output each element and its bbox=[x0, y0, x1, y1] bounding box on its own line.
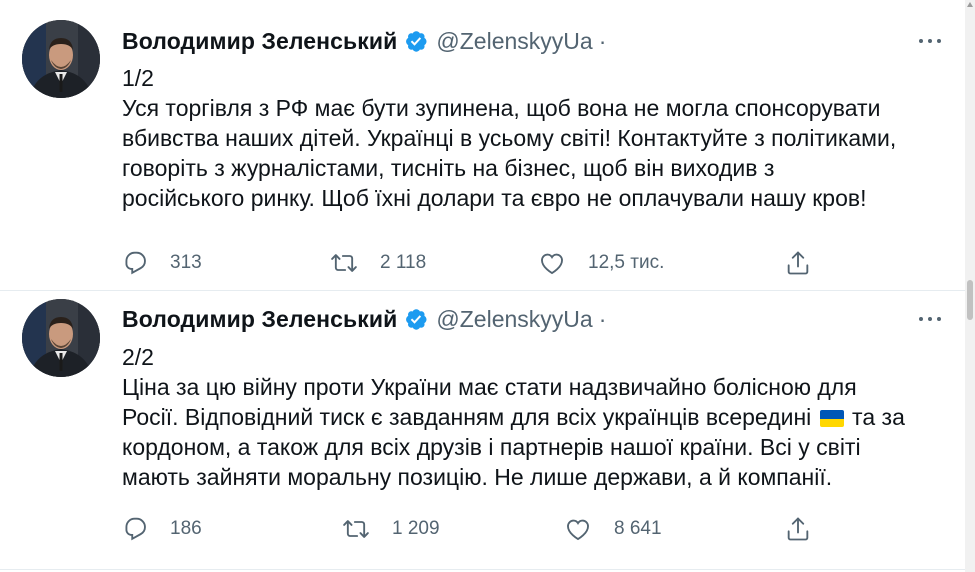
thread-counter: 2/2 bbox=[122, 344, 154, 370]
retweet-count: 2 118 bbox=[380, 252, 427, 273]
author-handle[interactable]: @ZelenskyyUa bbox=[436, 306, 592, 333]
heart-icon bbox=[541, 253, 563, 275]
retweet-button[interactable]: 2 118 bbox=[330, 243, 426, 283]
like-count: 12,5 тис. bbox=[588, 252, 665, 273]
retweet-icon bbox=[343, 520, 369, 538]
reply-icon bbox=[125, 251, 146, 275]
reply-button[interactable]: 186 bbox=[120, 509, 202, 549]
retweet-count: 1 209 bbox=[392, 518, 440, 539]
tweet-2[interactable]: Володимир Зеленський @ZelenskyyUa · 2/2 … bbox=[0, 291, 965, 570]
author-name[interactable]: Володимир Зеленський bbox=[122, 28, 397, 55]
scroll-up-arrow-icon[interactable] bbox=[967, 2, 973, 7]
tweet-text: 2/2 Ціна за цю війну проти України має с… bbox=[122, 342, 940, 492]
tweet-body-part-1: Ціна за цю війну проти України має стати… bbox=[122, 374, 857, 430]
author-handle[interactable]: @ZelenskyyUa bbox=[436, 28, 592, 55]
separator-dot: · bbox=[598, 27, 607, 54]
share-button[interactable] bbox=[784, 243, 812, 283]
separator-dot: · bbox=[598, 305, 607, 332]
retweet-icon bbox=[331, 254, 357, 272]
share-icon bbox=[787, 251, 809, 275]
like-button[interactable]: 12,5 тис. bbox=[538, 243, 664, 283]
tweet-text: 1/2 Уся торгівля з РФ має бути зупинена,… bbox=[122, 63, 940, 213]
reply-count: 313 bbox=[170, 252, 202, 273]
scrollbar-thumb[interactable] bbox=[967, 280, 973, 320]
thread-counter: 1/2 bbox=[122, 65, 154, 91]
tweet-body: Уся торгівля з РФ має бути зупинена, щоб… bbox=[122, 95, 897, 211]
tweet-header: Володимир Зеленський @ZelenskyyUa · bbox=[122, 25, 606, 57]
like-button[interactable]: 8 641 bbox=[564, 509, 662, 549]
reply-count: 186 bbox=[170, 518, 202, 539]
retweet-button[interactable]: 1 209 bbox=[342, 509, 440, 549]
tweet-header: Володимир Зеленський @ZelenskyyUa · bbox=[122, 303, 606, 335]
tweet-actions: 186 1 209 8 641 bbox=[120, 509, 820, 549]
avatar-image bbox=[22, 299, 100, 377]
ukraine-flag-emoji bbox=[819, 410, 844, 427]
reply-button[interactable]: 313 bbox=[120, 243, 202, 283]
verified-badge-icon bbox=[404, 307, 428, 331]
tweet-actions: 313 2 118 12,5 тис. bbox=[120, 243, 820, 283]
avatar[interactable] bbox=[22, 299, 100, 377]
more-icon[interactable] bbox=[915, 304, 945, 334]
like-count: 8 641 bbox=[614, 518, 662, 539]
verified-badge-icon bbox=[404, 29, 428, 53]
tweet-1[interactable]: Володимир Зеленський @ZelenskyyUa · 1/2 … bbox=[0, 0, 965, 291]
share-button[interactable] bbox=[784, 509, 812, 549]
reply-icon bbox=[125, 517, 146, 541]
more-icon[interactable] bbox=[915, 26, 945, 56]
avatar[interactable] bbox=[22, 20, 100, 98]
heart-icon bbox=[567, 519, 589, 541]
avatar-image bbox=[22, 20, 100, 98]
share-icon bbox=[787, 517, 809, 541]
scrollbar[interactable] bbox=[965, 0, 975, 572]
author-name[interactable]: Володимир Зеленський bbox=[122, 306, 397, 333]
